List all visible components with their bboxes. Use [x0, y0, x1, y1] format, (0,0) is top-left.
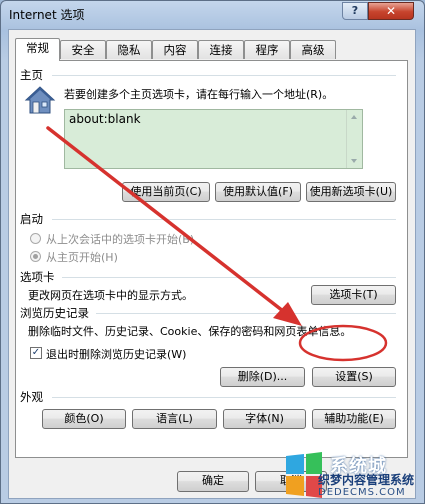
tab-connections[interactable]: 连接 [198, 40, 244, 59]
general-tab-panel: 主页 若要创建多个主页选项卡，请在每行输入一个地址(R)。 about:blan… [15, 60, 408, 458]
tab-programs[interactable]: 程序 [244, 40, 290, 59]
window-title: Internet 选项 [9, 8, 85, 22]
history-settings-button[interactable]: 设置(S) [312, 367, 396, 387]
homepage-description: 若要创建多个主页选项卡，请在每行输入一个地址(R)。 [64, 88, 334, 101]
fonts-button[interactable]: 字体(N) [223, 409, 306, 429]
dialog-client-area: 常规 安全 隐私 内容 连接 程序 高级 主页 若要创建多个主页选项卡，请在每行… [8, 29, 416, 499]
use-current-button[interactable]: 使用当前页(C) [122, 182, 210, 202]
history-group-label: 浏览历史记录 [20, 306, 89, 320]
colors-button[interactable]: 颜色(O) [42, 409, 126, 429]
delete-on-exit-checkbox[interactable]: ✓ [30, 347, 42, 359]
homepage-address-value: about:blank [69, 112, 141, 126]
appearance-separator [52, 397, 396, 398]
delete-on-exit-label: 退出时删除浏览历史记录(W) [46, 348, 187, 361]
tabs-group-label: 选项卡 [20, 270, 55, 284]
tab-general[interactable]: 常规 [15, 38, 60, 61]
scroll-down-icon[interactable] [351, 159, 357, 163]
use-default-button[interactable]: 使用默认值(F) [215, 182, 301, 202]
tabs-separator [62, 277, 396, 278]
delete-history-button[interactable]: 删除(D)... [220, 367, 305, 387]
tabs-settings-button[interactable]: 选项卡(T) [311, 285, 396, 305]
watermark-subtitle: 织梦内容管理系统 [318, 473, 415, 487]
house-icon [24, 86, 56, 114]
history-description: 删除临时文件、历史记录、Cookie、保存的密码和网页表单信息。 [28, 325, 352, 338]
homepage-separator [52, 75, 396, 76]
use-new-tab-button[interactable]: 使用新选项卡(U) [306, 182, 396, 202]
ok-button[interactable]: 确定 [177, 471, 249, 492]
startup-homepage-label: 从主页开始(H) [46, 251, 118, 264]
title-bar[interactable]: Internet 选项 ? ✕ [1, 1, 424, 29]
languages-button[interactable]: 语言(L) [132, 409, 217, 429]
tabs-description: 更改网页在选项卡中的显示方式。 [28, 289, 193, 302]
close-button[interactable]: ✕ [368, 2, 414, 20]
appearance-group-label: 外观 [20, 390, 43, 404]
help-button[interactable]: ? [342, 2, 368, 20]
history-separator [96, 313, 396, 314]
startup-group-label: 启动 [20, 212, 43, 226]
scroll-up-icon[interactable] [351, 115, 357, 119]
startup-last-session-label: 从上次会话中的选项卡开始(B) [46, 233, 195, 246]
homepage-address-field[interactable]: about:blank [64, 109, 363, 169]
startup-separator [52, 219, 396, 220]
tab-content[interactable]: 内容 [152, 40, 198, 59]
internet-options-window: Internet 选项 ? ✕ 常规 安全 隐私 内容 连接 程序 高级 主页 … [0, 0, 425, 504]
startup-last-session-radio[interactable] [30, 233, 41, 244]
tab-security[interactable]: 安全 [60, 40, 106, 59]
tab-advanced[interactable]: 高级 [290, 40, 336, 59]
startup-homepage-radio[interactable] [30, 251, 41, 262]
accessibility-button[interactable]: 辅助功能(E) [312, 409, 396, 429]
tab-privacy[interactable]: 隐私 [106, 40, 152, 59]
homepage-scrollbar[interactable] [346, 110, 362, 168]
homepage-group-label: 主页 [20, 68, 43, 82]
watermark-url: DEDECMS.COM [318, 487, 406, 498]
